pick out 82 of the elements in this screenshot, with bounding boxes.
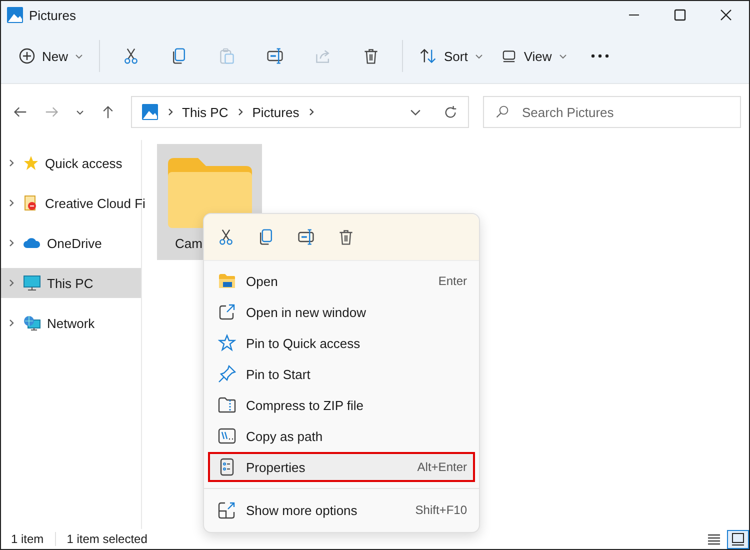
sidebar-item[interactable]: Quick access (1, 148, 141, 178)
scissors-icon (122, 47, 140, 65)
menu-item[interactable]: Pin to Quick access (208, 328, 475, 358)
menu-item[interactable]: Open in new window (208, 297, 475, 327)
share-icon (314, 47, 332, 65)
delete-icon (337, 228, 355, 246)
copy-icon (257, 228, 275, 246)
monitor-icon (500, 48, 517, 64)
chevron-icon[interactable] (7, 319, 15, 327)
menu-item-label: Properties (246, 460, 306, 474)
menu-item[interactable]: Open Enter (208, 266, 475, 296)
network-icon (23, 315, 41, 331)
view-button[interactable]: View (492, 39, 575, 73)
sidebar-item[interactable]: Network (1, 308, 141, 338)
new-button[interactable]: New (11, 39, 92, 73)
address-bar[interactable]: This PC Pictures (131, 96, 469, 128)
sort-button[interactable]: Sort (411, 39, 491, 73)
star-icon (23, 155, 39, 171)
menu-item[interactable]: Pin to Start (208, 359, 475, 389)
caret-icon (474, 52, 483, 60)
menu-item[interactable]: Properties Alt+Enter (208, 452, 475, 482)
menu-item[interactable]: Show more options Shift+F10 (208, 495, 475, 525)
scissors-icon (217, 228, 235, 246)
search-field[interactable]: Search Pictures (483, 96, 741, 128)
chevron-icon[interactable] (236, 108, 244, 116)
refresh-icon[interactable] (443, 104, 458, 120)
close-icon (720, 9, 732, 21)
maximize-icon (674, 9, 686, 21)
menu-item-label: Open (246, 274, 279, 288)
open-window-icon (218, 303, 236, 321)
menu-item[interactable]: Compress to ZIP file (208, 390, 475, 420)
paste-icon (218, 47, 236, 65)
menu-item-label: Copy as path (246, 428, 324, 444)
chevron-icon[interactable] (166, 108, 174, 116)
menu-item-label: Pin to Start (246, 366, 312, 382)
chevron-icon[interactable] (7, 279, 15, 287)
shortcut-label: Enter (438, 274, 467, 288)
folder-name: Cam (175, 236, 202, 251)
chevron-icon[interactable] (7, 199, 15, 207)
menu-item-label: Pin to Quick access (246, 336, 362, 350)
rename-icon (297, 228, 315, 246)
breadcrumb-item[interactable]: This PC (182, 104, 228, 120)
plus-icon (19, 48, 35, 64)
chevron-icon[interactable] (307, 108, 316, 116)
arrow-up-icon (101, 105, 115, 119)
shortcut-label: Alt+Enter (417, 460, 467, 474)
caret-icon (75, 52, 84, 60)
selection-count: 1 item selected (54, 532, 148, 546)
sidebar-item[interactable]: OneDrive (1, 228, 141, 258)
pictures-icon (142, 104, 158, 120)
breadcrumb-item[interactable]: Pictures (252, 104, 300, 120)
properties-icon (218, 458, 236, 476)
menu-item-label: Compress to ZIP file (246, 398, 365, 412)
delete-icon (362, 47, 380, 65)
sidebar-item[interactable]: This PC (1, 268, 141, 298)
more-icon (590, 53, 610, 59)
tiles-icon (731, 532, 745, 546)
window-title: Pictures (29, 8, 76, 22)
chevron-icon[interactable] (7, 159, 15, 167)
expand-icon (218, 501, 236, 519)
tiles-view-button[interactable] (727, 530, 749, 548)
path-icon (218, 427, 236, 445)
menu-item-label: Show more options (246, 502, 358, 518)
folder-icon (218, 272, 236, 290)
pin-icon (218, 365, 236, 383)
rename-icon (266, 47, 284, 65)
caret-icon (558, 52, 567, 60)
caret-icon (76, 108, 84, 116)
pictures-icon (7, 7, 23, 23)
sort-icon (419, 47, 438, 65)
item-count: 1 item (11, 532, 44, 546)
menu-item-label: Open in new window (246, 304, 367, 320)
shortcut-label: Shift+F10 (415, 503, 467, 517)
chevron-icon[interactable] (7, 239, 15, 247)
list-icon (707, 532, 721, 546)
computer-icon (23, 275, 41, 291)
zip-folder-icon (218, 396, 236, 414)
cloud-icon (23, 237, 41, 249)
arrow-left-icon (13, 105, 27, 119)
arrow-right-icon (45, 105, 59, 119)
menu-item[interactable]: Copy as path (208, 421, 475, 451)
star-icon (218, 334, 236, 352)
